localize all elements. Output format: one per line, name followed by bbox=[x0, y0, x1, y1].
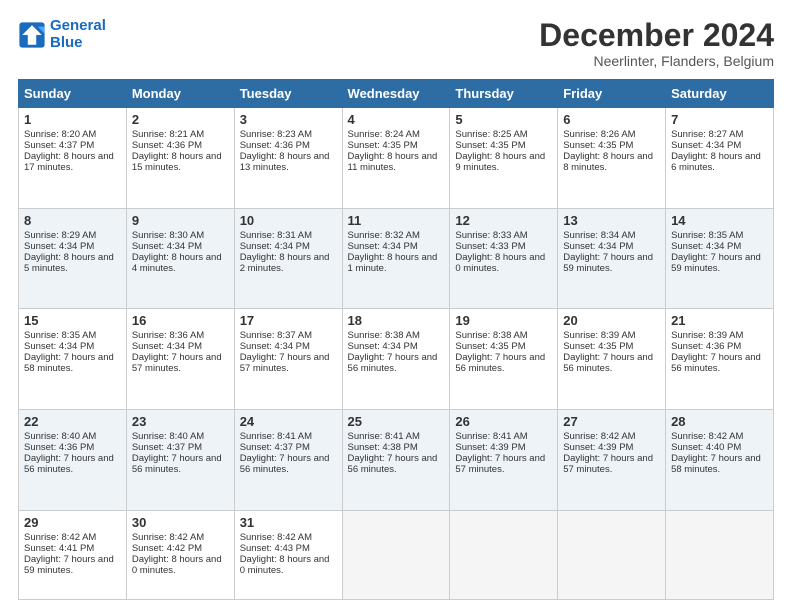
calendar-header-row: Sunday Monday Tuesday Wednesday Thursday… bbox=[19, 80, 774, 108]
day-19: 19Sunrise: 8:38 AMSunset: 4:35 PMDayligh… bbox=[450, 309, 558, 410]
day-3: 3Sunrise: 8:23 AMSunset: 4:36 PMDaylight… bbox=[234, 108, 342, 209]
day-31: 31Sunrise: 8:42 AMSunset: 4:43 PMDayligh… bbox=[234, 510, 342, 599]
day-1: 1Sunrise: 8:20 AMSunset: 4:37 PMDaylight… bbox=[19, 108, 127, 209]
col-thursday: Thursday bbox=[450, 80, 558, 108]
col-monday: Monday bbox=[126, 80, 234, 108]
day-23: 23Sunrise: 8:40 AMSunset: 4:37 PMDayligh… bbox=[126, 410, 234, 511]
day-21: 21Sunrise: 8:39 AMSunset: 4:36 PMDayligh… bbox=[666, 309, 774, 410]
day-15: 15Sunrise: 8:35 AMSunset: 4:34 PMDayligh… bbox=[19, 309, 127, 410]
month-title: December 2024 bbox=[539, 18, 774, 53]
day-13: 13Sunrise: 8:34 AMSunset: 4:34 PMDayligh… bbox=[558, 208, 666, 309]
logo: General Blue bbox=[18, 18, 106, 51]
col-saturday: Saturday bbox=[666, 80, 774, 108]
logo-icon bbox=[18, 21, 46, 49]
calendar-row-3: 15Sunrise: 8:35 AMSunset: 4:34 PMDayligh… bbox=[19, 309, 774, 410]
location: Neerlinter, Flanders, Belgium bbox=[539, 53, 774, 69]
day-17: 17Sunrise: 8:37 AMSunset: 4:34 PMDayligh… bbox=[234, 309, 342, 410]
col-tuesday: Tuesday bbox=[234, 80, 342, 108]
day-24: 24Sunrise: 8:41 AMSunset: 4:37 PMDayligh… bbox=[234, 410, 342, 511]
day-14: 14Sunrise: 8:35 AMSunset: 4:34 PMDayligh… bbox=[666, 208, 774, 309]
day-5: 5Sunrise: 8:25 AMSunset: 4:35 PMDaylight… bbox=[450, 108, 558, 209]
day-20: 20Sunrise: 8:39 AMSunset: 4:35 PMDayligh… bbox=[558, 309, 666, 410]
calendar-row-1: 1Sunrise: 8:20 AMSunset: 4:37 PMDaylight… bbox=[19, 108, 774, 209]
day-27: 27Sunrise: 8:42 AMSunset: 4:39 PMDayligh… bbox=[558, 410, 666, 511]
col-friday: Friday bbox=[558, 80, 666, 108]
day-7: 7Sunrise: 8:27 AMSunset: 4:34 PMDaylight… bbox=[666, 108, 774, 209]
day-2: 2Sunrise: 8:21 AMSunset: 4:36 PMDaylight… bbox=[126, 108, 234, 209]
day-30: 30Sunrise: 8:42 AMSunset: 4:42 PMDayligh… bbox=[126, 510, 234, 599]
day-10: 10Sunrise: 8:31 AMSunset: 4:34 PMDayligh… bbox=[234, 208, 342, 309]
empty-cell-1 bbox=[342, 510, 450, 599]
day-18: 18Sunrise: 8:38 AMSunset: 4:34 PMDayligh… bbox=[342, 309, 450, 410]
page: General Blue December 2024 Neerlinter, F… bbox=[0, 0, 792, 612]
logo-text: General Blue bbox=[50, 18, 106, 51]
day-16: 16Sunrise: 8:36 AMSunset: 4:34 PMDayligh… bbox=[126, 309, 234, 410]
day-4: 4Sunrise: 8:24 AMSunset: 4:35 PMDaylight… bbox=[342, 108, 450, 209]
calendar-row-4: 22Sunrise: 8:40 AMSunset: 4:36 PMDayligh… bbox=[19, 410, 774, 511]
day-12: 12Sunrise: 8:33 AMSunset: 4:33 PMDayligh… bbox=[450, 208, 558, 309]
day-8: 8Sunrise: 8:29 AMSunset: 4:34 PMDaylight… bbox=[19, 208, 127, 309]
day-26: 26Sunrise: 8:41 AMSunset: 4:39 PMDayligh… bbox=[450, 410, 558, 511]
col-wednesday: Wednesday bbox=[342, 80, 450, 108]
empty-cell-2 bbox=[450, 510, 558, 599]
day-28: 28Sunrise: 8:42 AMSunset: 4:40 PMDayligh… bbox=[666, 410, 774, 511]
day-11: 11Sunrise: 8:32 AMSunset: 4:34 PMDayligh… bbox=[342, 208, 450, 309]
calendar-table: Sunday Monday Tuesday Wednesday Thursday… bbox=[18, 79, 774, 600]
day-6: 6Sunrise: 8:26 AMSunset: 4:35 PMDaylight… bbox=[558, 108, 666, 209]
title-section: December 2024 Neerlinter, Flanders, Belg… bbox=[539, 18, 774, 69]
calendar-row-5: 29Sunrise: 8:42 AMSunset: 4:41 PMDayligh… bbox=[19, 510, 774, 599]
header: General Blue December 2024 Neerlinter, F… bbox=[18, 18, 774, 69]
day-9: 9Sunrise: 8:30 AMSunset: 4:34 PMDaylight… bbox=[126, 208, 234, 309]
calendar-row-2: 8Sunrise: 8:29 AMSunset: 4:34 PMDaylight… bbox=[19, 208, 774, 309]
day-22: 22Sunrise: 8:40 AMSunset: 4:36 PMDayligh… bbox=[19, 410, 127, 511]
col-sunday: Sunday bbox=[19, 80, 127, 108]
empty-cell-4 bbox=[666, 510, 774, 599]
day-29: 29Sunrise: 8:42 AMSunset: 4:41 PMDayligh… bbox=[19, 510, 127, 599]
empty-cell-3 bbox=[558, 510, 666, 599]
day-25: 25Sunrise: 8:41 AMSunset: 4:38 PMDayligh… bbox=[342, 410, 450, 511]
